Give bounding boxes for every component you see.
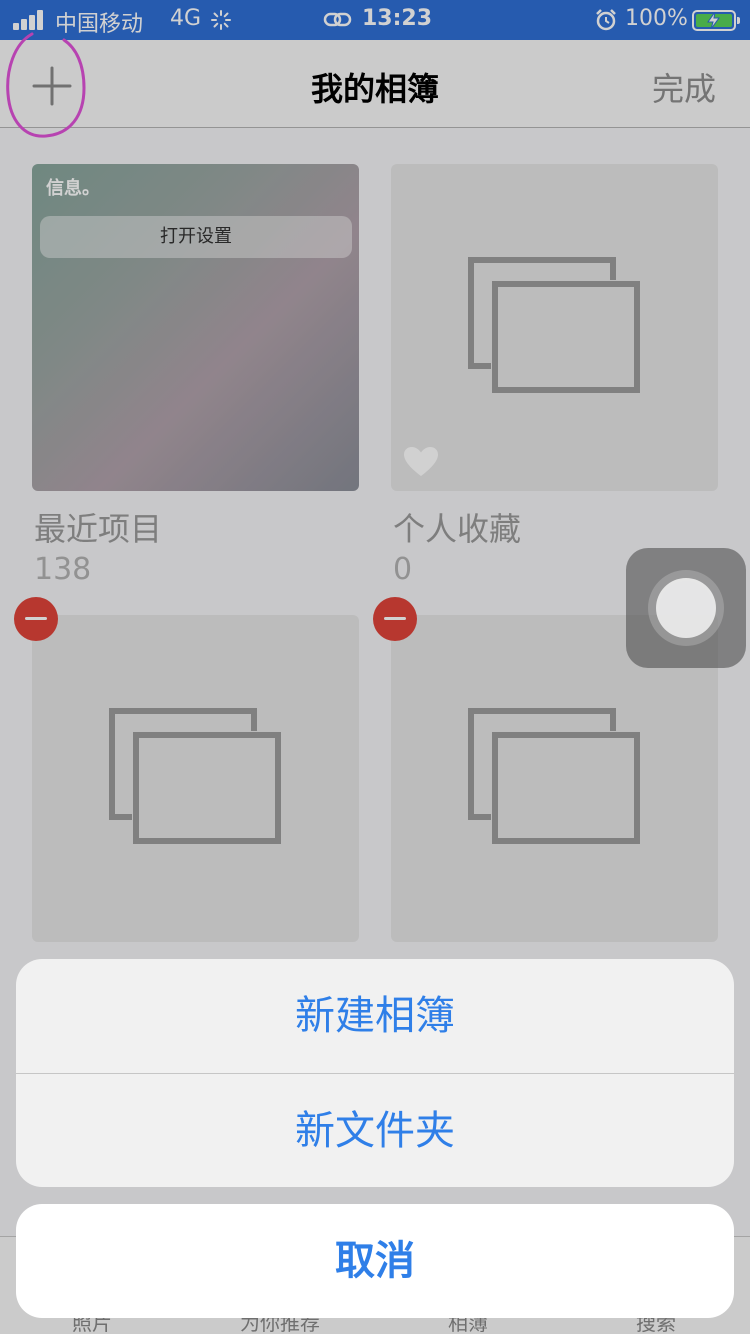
watermark-logo: Bai du 经验 jingyan.baidu.com bbox=[576, 1262, 718, 1310]
assistive-touch-button[interactable] bbox=[626, 548, 746, 668]
new-folder-button[interactable]: 新文件夹 bbox=[16, 1074, 734, 1187]
new-album-button[interactable]: 新建相簿 bbox=[16, 959, 734, 1073]
action-sheet: 新建相簿 新文件夹 bbox=[16, 959, 734, 1187]
watermark-url: jingyan.baidu.com bbox=[578, 1292, 717, 1310]
